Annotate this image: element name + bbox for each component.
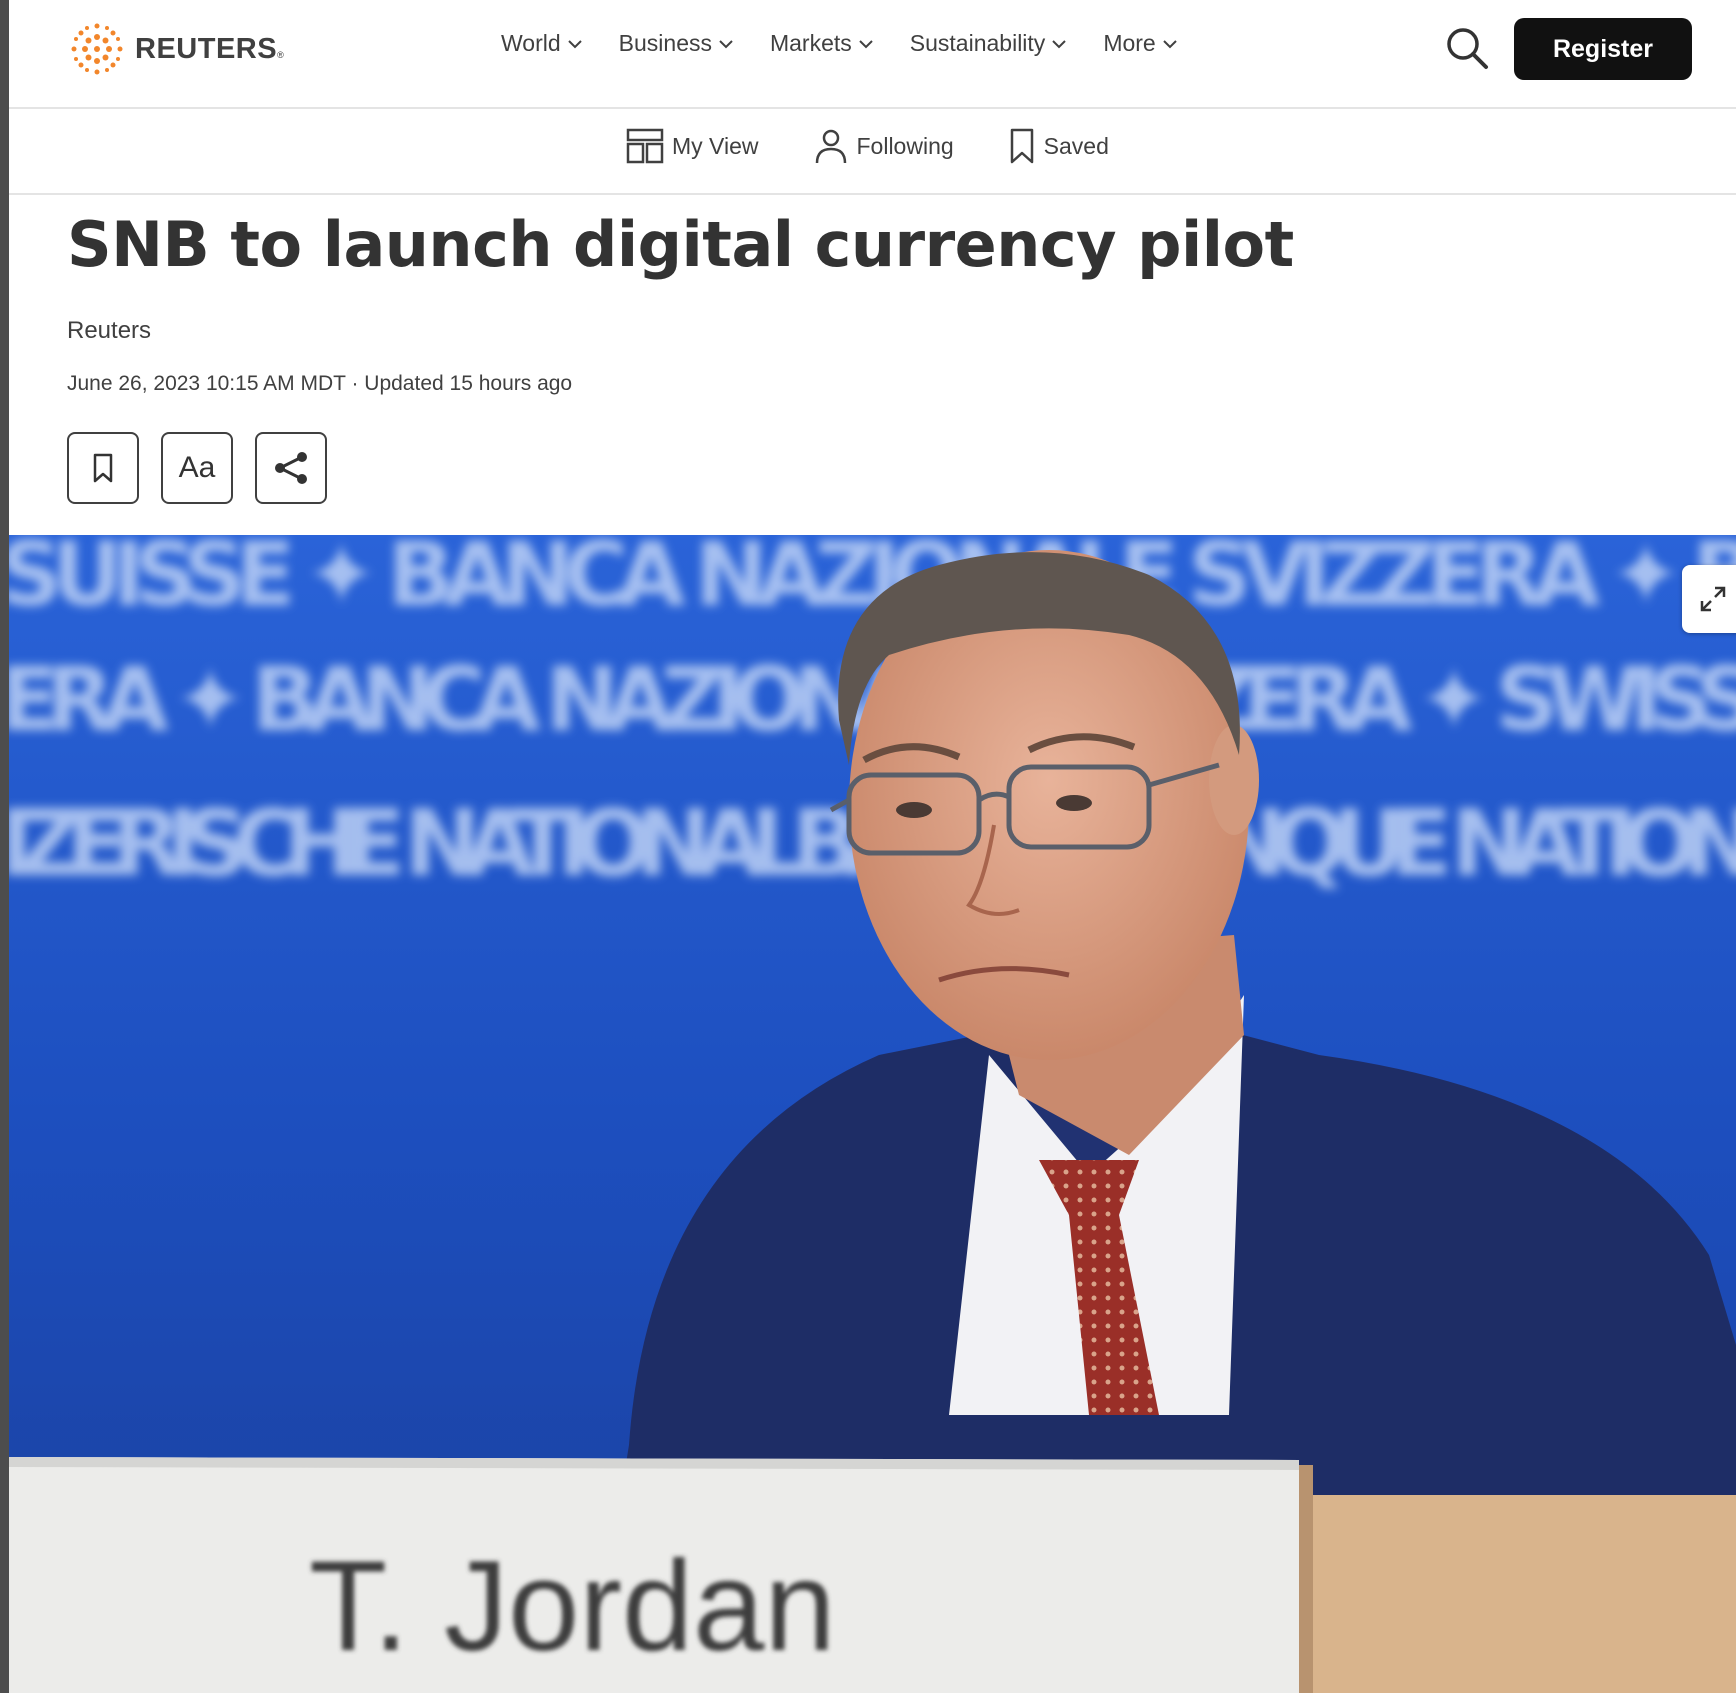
search-button[interactable] xyxy=(1443,24,1493,74)
site-header: REUTERS ® World Business Markets Sustaina… xyxy=(9,0,1736,109)
bookmark-icon xyxy=(1010,128,1033,164)
window-left-edge xyxy=(0,0,9,1693)
personal-nav: My View Following Saved xyxy=(626,127,1163,165)
nav-item-label: World xyxy=(501,30,561,56)
nav-item-label: Business xyxy=(618,30,712,56)
chevron-down-icon xyxy=(567,39,582,48)
expand-image-button[interactable] xyxy=(1682,565,1736,633)
nav-item-label: Sustainability xyxy=(909,30,1046,56)
search-icon xyxy=(1447,28,1488,69)
expand-icon xyxy=(1700,586,1726,612)
font-size-label: Aa xyxy=(178,451,216,484)
sub-header: My View Following Saved xyxy=(9,109,1736,195)
chevron-down-icon xyxy=(859,39,873,48)
article-headline: SNB to launch digital currency pilot xyxy=(67,208,1294,281)
share-button[interactable] xyxy=(255,432,327,504)
lead-photo[interactable]: SUISSE ✦ BANCA NAZIONALE SVIZZERA ✦ B ER… xyxy=(9,535,1736,1693)
share-icon xyxy=(275,452,307,484)
reuters-logo-icon xyxy=(71,23,123,75)
following-label: Following xyxy=(856,132,954,159)
nav-item-world[interactable]: World xyxy=(501,30,583,57)
my-view-label: My View xyxy=(672,132,759,159)
nameplate-text: T. Jordan xyxy=(309,1535,836,1678)
person-icon xyxy=(815,129,846,164)
nav-item-label: More xyxy=(1103,30,1156,56)
article-dateline: June 26, 2023 10:15 AM MDT · Updated 15 … xyxy=(67,372,573,395)
layout-icon xyxy=(626,128,664,164)
nav-item-more[interactable]: More xyxy=(1103,30,1177,57)
nav-item-sustainability[interactable]: Sustainability xyxy=(910,30,1068,57)
nav-item-label: Markets xyxy=(769,30,852,56)
article-byline[interactable]: Reuters xyxy=(67,317,151,345)
saved-label: Saved xyxy=(1043,132,1109,159)
chevron-down-icon xyxy=(1052,39,1067,48)
nav-item-markets[interactable]: Markets xyxy=(770,30,874,57)
my-view-link[interactable]: My View xyxy=(626,127,759,165)
save-article-button[interactable] xyxy=(67,432,139,504)
chevron-down-icon xyxy=(719,39,733,48)
main-nav: World Business Markets Sustainability Mo… xyxy=(501,30,1214,57)
page: REUTERS ® World Business Markets Sustaina… xyxy=(9,0,1736,1693)
saved-link[interactable]: Saved xyxy=(1008,127,1109,165)
register-button[interactable]: Register xyxy=(1514,18,1692,80)
article-actions: Aa xyxy=(67,432,349,504)
following-link[interactable]: Following xyxy=(813,127,954,165)
reuters-wordmark: REUTERS xyxy=(135,32,278,65)
bookmark-icon xyxy=(93,453,113,483)
chevron-down-icon xyxy=(1163,39,1177,48)
lead-photo-image: SUISSE ✦ BANCA NAZIONALE SVIZZERA ✦ B ER… xyxy=(9,535,1736,1693)
font-size-button[interactable]: Aa xyxy=(161,432,233,504)
reuters-reg-mark: ® xyxy=(277,50,284,60)
nav-item-business[interactable]: Business xyxy=(619,30,734,57)
reuters-logo[interactable]: REUTERS ® xyxy=(67,22,284,76)
